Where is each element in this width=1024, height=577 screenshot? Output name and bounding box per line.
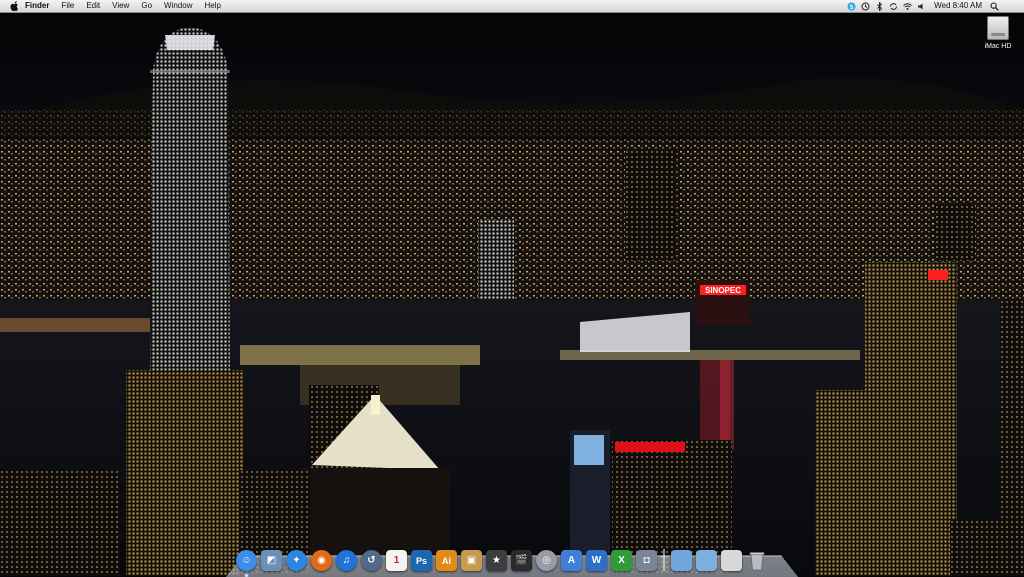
excel-icon[interactable]: X [611,550,632,571]
trash-icon[interactable] [746,550,767,571]
firefox-icon[interactable]: ◉ [311,550,332,571]
hard-drive-icon [987,16,1009,40]
spotlight-search-icon[interactable] [990,1,999,11]
iphoto-icon[interactable]: ▣ [461,550,482,571]
sinopec-sign: SINOPEC [705,286,741,295]
sync-icon[interactable] [889,2,898,11]
documents-folder-icon[interactable] [696,550,717,571]
photoshop-icon[interactable]: Ps [411,550,432,571]
downloads-stack-icon[interactable] [721,550,742,571]
desktop-icon-label: iMac HD [984,43,1012,50]
menu-window[interactable]: Window [164,0,192,12]
time-machine-icon[interactable] [861,2,870,11]
dock: ☺ ◩ ✦ ◉ ♫ ↺ 1 Ps Ai ▣ ★ 🎬 ◎ A W X ◘ [236,541,767,577]
screenshot-icon[interactable]: ◘ [636,550,657,571]
skype-icon[interactable]: S [847,2,856,11]
menu-file[interactable]: File [61,0,74,12]
bluetooth-icon[interactable] [875,1,884,11]
ical-icon[interactable]: 1 [386,550,407,571]
applications-folder-icon[interactable] [671,550,692,571]
final-cut-icon[interactable]: 🎬 [511,550,532,571]
time-machine-icon[interactable]: ↺ [361,550,382,571]
menu-help[interactable]: Help [204,0,220,12]
app-store-icon[interactable]: A [561,550,582,571]
menu-app-name[interactable]: Finder [25,0,49,12]
menu-view[interactable]: View [112,0,129,12]
imovie-icon[interactable]: ★ [486,550,507,571]
svg-text:S: S [850,5,854,11]
wifi-icon[interactable] [903,2,912,11]
safari-icon[interactable]: ✦ [286,550,307,571]
desktop-icon-imac-hd[interactable]: iMac HD [981,16,1015,50]
itunes-icon[interactable]: ♫ [336,550,357,571]
menu-bar: Finder File Edit View Go Window Help S W… [0,0,1024,13]
menu-go[interactable]: Go [141,0,152,12]
desktop-wallpaper: SINOPEC [0,0,1024,576]
menubar-clock[interactable]: Wed 8:40 AM [934,0,982,12]
illustrator-icon[interactable]: Ai [436,550,457,571]
apple-menu-icon[interactable] [9,1,19,11]
dock-separator [663,549,665,571]
word-icon[interactable]: W [586,550,607,571]
preview-icon[interactable]: ◩ [261,550,282,571]
menu-edit[interactable]: Edit [86,0,100,12]
volume-icon[interactable] [917,2,926,11]
finder-icon[interactable]: ☺ [236,550,257,577]
dvd-player-icon[interactable]: ◎ [536,550,557,571]
status-area: S Wed 8:40 AM [842,0,1024,12]
